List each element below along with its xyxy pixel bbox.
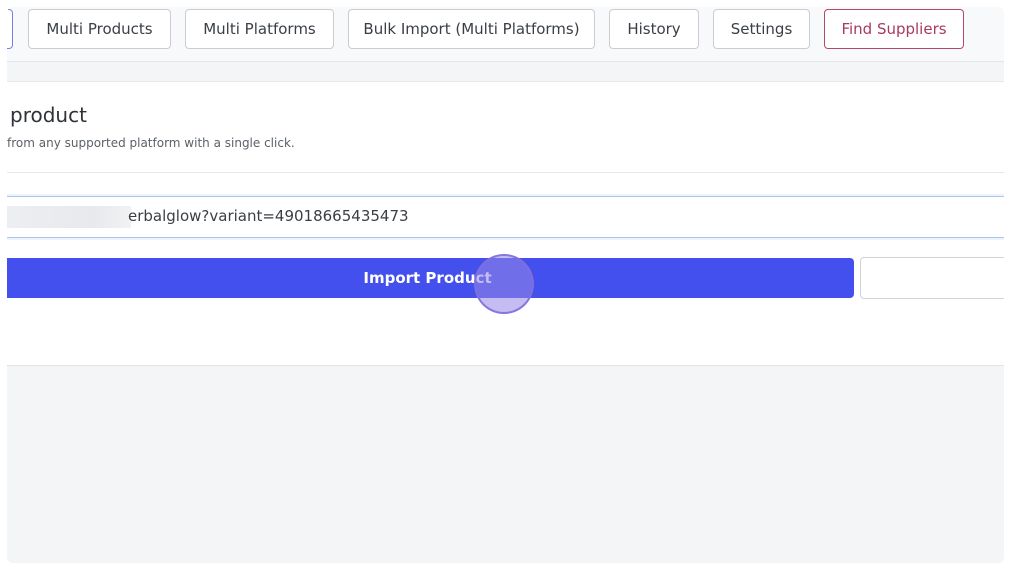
- product-url-input[interactable]: erbalglow?variant=49018665435473: [7, 196, 1004, 238]
- import-product-card: product from any supported platform with…: [7, 81, 1004, 366]
- card-title: product: [10, 103, 87, 127]
- url-redacted-area: [7, 206, 131, 228]
- product-url-value: erbalglow?variant=49018665435473: [128, 207, 409, 225]
- tab-history[interactable]: History: [609, 9, 699, 49]
- click-indicator: [474, 254, 534, 314]
- tab-settings[interactable]: Settings: [713, 9, 810, 49]
- top-navigation: Multi Products Multi Platforms Bulk Impo…: [7, 7, 1004, 61]
- tab-multi-platforms[interactable]: Multi Platforms: [185, 9, 334, 49]
- tab-bulk-import[interactable]: Bulk Import (Multi Platforms): [348, 9, 595, 49]
- app-frame: Multi Products Multi Platforms Bulk Impo…: [7, 7, 1004, 563]
- card-divider: [7, 172, 1004, 173]
- import-product-button[interactable]: Import Product: [7, 258, 854, 298]
- find-suppliers-button[interactable]: Find Suppliers: [824, 9, 964, 49]
- card-subtitle: from any supported platform with a singl…: [7, 136, 295, 150]
- secondary-action-button[interactable]: [860, 257, 1004, 299]
- tab-multi-products[interactable]: Multi Products: [28, 9, 171, 49]
- section-gap: [7, 62, 1004, 81]
- tab-partial-offscreen[interactable]: [7, 9, 13, 49]
